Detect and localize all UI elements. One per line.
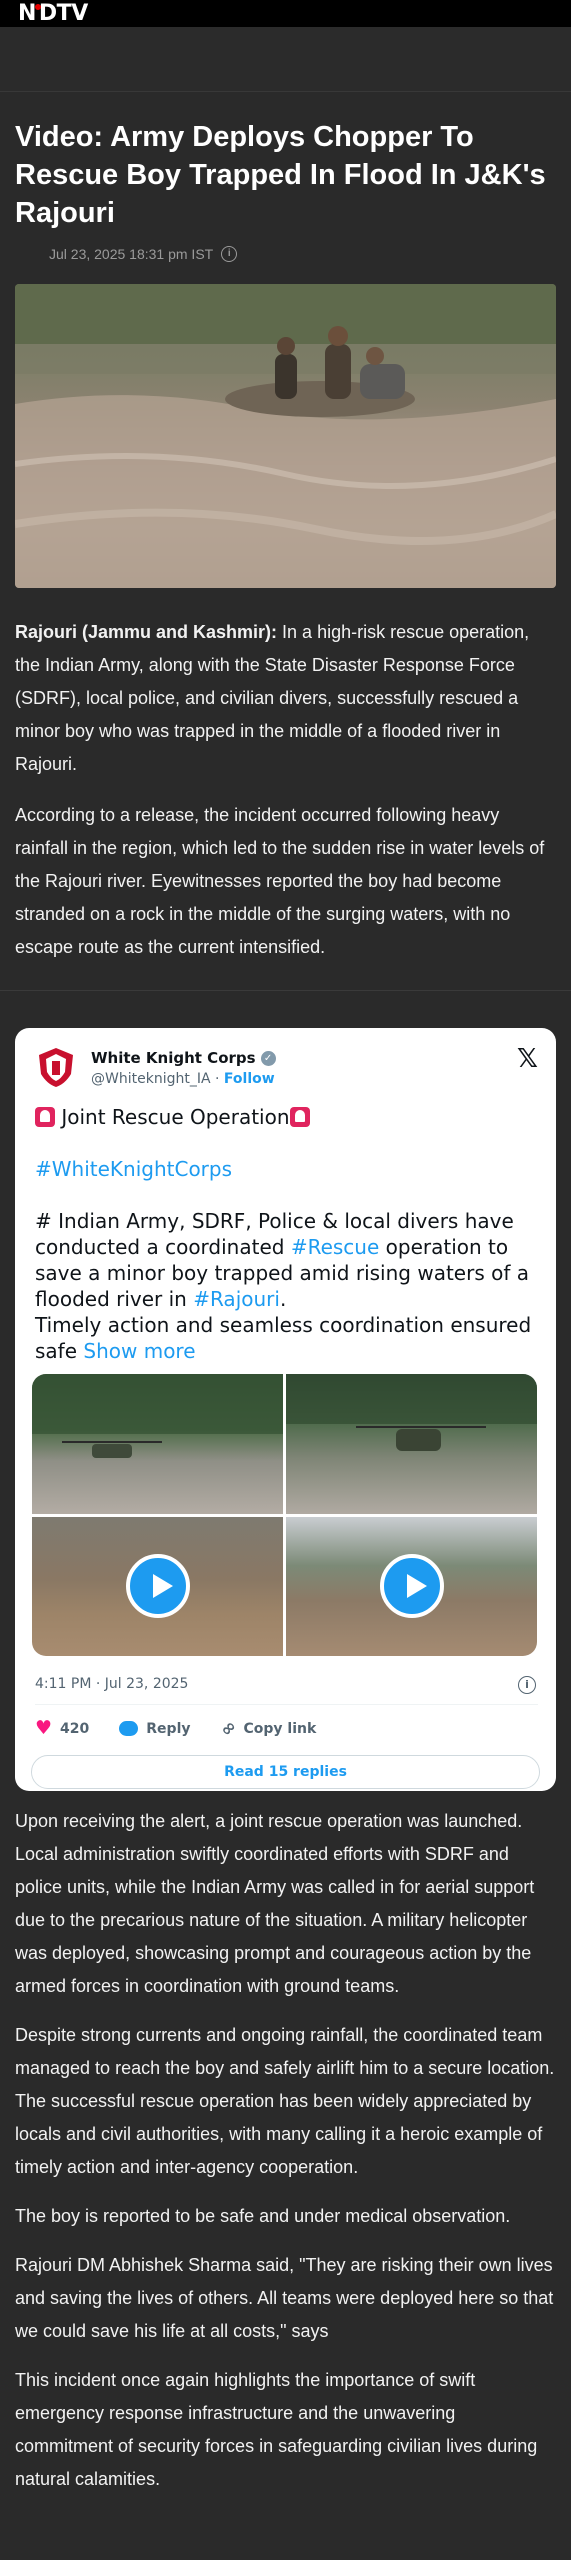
tweet-body: Joint Rescue Operation #WhiteKnightCorps… [35,1104,538,1364]
hashtag-whiteknightcorps[interactable]: #WhiteKnightCorps [35,1157,232,1181]
tweet-author: White Knight Corps ✓ [91,1049,276,1067]
boy-head [366,347,384,365]
top-bar: N DTV [0,0,571,27]
tweet-header: White Knight Corps ✓ @Whiteknight_IA · F… [35,1046,538,1096]
link-icon: ∞ [215,1715,241,1742]
navigation-bar [0,27,571,92]
rotor [62,1441,162,1443]
helicopter [92,1444,132,1458]
verified-badge-icon: ✓ [260,1050,276,1066]
media-photo-1[interactable] [32,1374,283,1514]
tweet-handle-row: @Whiteknight_IA · Follow [91,1071,275,1087]
tweet-author-name[interactable]: White Knight Corps [91,1049,256,1067]
tweet-actions: ♥ 420 Reply ∞ Copy link [35,1716,346,1741]
article-paragraph-6: Rajouri DM Abhishek Sharma said, "They a… [15,2255,554,2341]
reply-button[interactable]: Reply [119,1720,191,1737]
embedded-tweet[interactable]: White Knight Corps ✓ @Whiteknight_IA · F… [15,1028,556,1791]
tweet-media-grid [32,1374,537,1656]
hashtag-rescue[interactable]: #Rescue [291,1235,379,1259]
read-replies-button[interactable]: Read 15 replies [31,1755,540,1789]
helicopter [396,1429,441,1451]
media-art-2 [286,1374,537,1451]
article-headline: Video: Army Deploys Chopper To Rescue Bo… [15,121,546,229]
play-icon[interactable] [125,1554,190,1619]
article-paragraph-7: This incident once again highlights the … [15,2370,538,2489]
like-button[interactable]: ♥ 420 [35,1719,89,1738]
heart-icon: ♥ [35,1717,53,1739]
article-paragraph-3: Upon receiving the alert, a joint rescue… [15,1811,535,1996]
article-paragraph-2: According to a release, the incident occ… [15,805,545,957]
tweet-timestamp[interactable]: 4:11 PM · Jul 23, 2025 [35,1676,188,1692]
tweet-title-text: Joint Rescue Operation [55,1105,290,1129]
publish-date: Jul 23, 2025 18:31 pm IST [49,246,214,262]
hero-image-art [15,284,556,588]
tweet-handle[interactable]: @Whiteknight_IA [91,1071,211,1087]
copy-link-label: Copy link [243,1720,317,1737]
media-photo-2[interactable] [286,1374,537,1514]
paragraph-1-text: In a high-risk rescue operation, the Ind… [15,622,530,774]
tweet-title: Joint Rescue Operation [35,1104,538,1130]
info-icon[interactable]: i [221,246,238,262]
trees [32,1374,283,1434]
avatar-emblem [52,1061,60,1075]
boy-figure [360,364,405,399]
article-paragraph-4: Despite strong currents and ongoing rain… [15,2025,555,2177]
hero-video-thumbnail[interactable] [15,284,556,588]
rescuer-head-1 [277,337,295,355]
media-video-1[interactable] [32,1516,283,1656]
logo-dot [34,4,41,10]
handle-separator: · [210,1071,224,1087]
copy-link-button[interactable]: ∞ Copy link [215,1716,317,1741]
x-logo-icon[interactable]: 𝕏 [517,1046,538,1072]
reply-label: Reply [146,1720,191,1737]
section-divider [0,990,571,991]
avatar[interactable] [35,1046,77,1088]
reply-bubble-icon [119,1721,139,1736]
rescuer-figure-1 [275,354,297,399]
follow-link[interactable]: Follow [224,1071,275,1087]
tweet-paragraph-2: Timely action and seamless coordination … [35,1312,538,1364]
tweet-text-c: . [279,1287,287,1311]
media-art-1 [32,1374,283,1458]
siren-emoji-icon [289,1107,310,1127]
siren-emoji-icon [35,1107,55,1127]
rescuer-figure-2 [325,344,351,399]
flood-water [15,395,556,588]
like-count: 420 [60,1720,90,1737]
tweet-divider [35,1704,538,1705]
info-icon[interactable]: i [518,1676,536,1694]
tweet-paragraph: # Indian Army, SDRF, Police & local dive… [35,1208,538,1312]
hashtag-rajouri[interactable]: #Rajouri [193,1287,280,1311]
article-paragraph-1: Rajouri (Jammu and Kashmir): In a high-r… [15,616,556,781]
riverbank [15,284,556,344]
rotor [356,1426,486,1428]
article-continued: Upon receiving the alert, a joint rescue… [0,1805,571,2496]
hillside [286,1374,537,1424]
play-icon[interactable] [379,1554,444,1619]
tweet-hashtag-line: #WhiteKnightCorps [35,1156,538,1182]
lead-place: Rajouri (Jammu and Kashmir): [15,622,278,642]
article-paragraph-5: The boy is reported to be safe and under… [15,2206,511,2226]
article: Video: Army Deploys Chopper To Rescue Bo… [0,118,571,964]
rescuer-head-2 [328,326,348,346]
site-logo[interactable]: N DTV [18,3,88,25]
show-more-link[interactable]: Show more [83,1339,195,1363]
article-dateline: Jul 23, 2025 18:31 pm IST i [49,246,556,262]
media-video-2[interactable] [286,1516,537,1656]
